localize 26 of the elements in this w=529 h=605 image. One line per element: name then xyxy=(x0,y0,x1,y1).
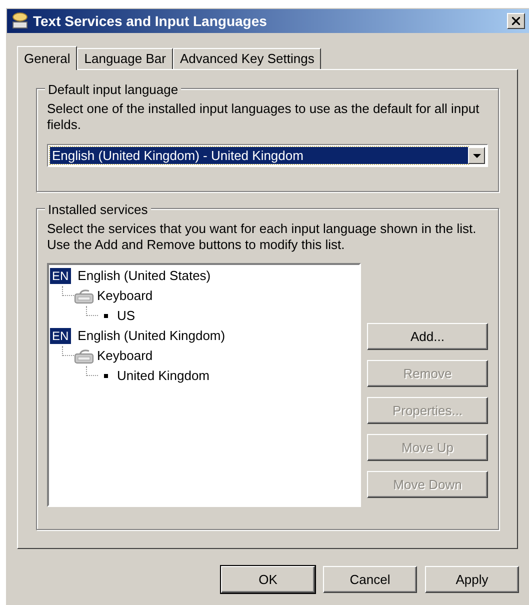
tree-item[interactable]: United Kingdom xyxy=(117,366,210,386)
tab[interactable]: Advanced Key Settings xyxy=(172,48,322,69)
group-description: Select the services that you want for each input language shown in the list. Use the Add and Remove buttons to modify this list. xyxy=(47,221,478,253)
tree-item[interactable]: Keyboard xyxy=(97,346,153,366)
group-description: Select one of the installed input languages to use as the default for all input fields. xyxy=(47,101,480,133)
language-dropdown[interactable]: English (United Kingdom) - United Kingdom xyxy=(47,144,488,167)
caret-icon xyxy=(472,154,480,158)
service-button[interactable]: Add... xyxy=(367,323,488,350)
tab[interactable]: General xyxy=(17,46,78,70)
tree-item[interactable]: Keyboard xyxy=(97,286,153,306)
close-icon xyxy=(512,17,520,25)
tree-item[interactable]: English (United States) xyxy=(78,266,211,286)
dialog-button[interactable]: OK xyxy=(221,566,315,593)
bullet-icon xyxy=(104,314,108,318)
close-button[interactable] xyxy=(507,13,525,29)
dialog-button[interactable]: Apply xyxy=(425,566,519,593)
tree-item[interactable]: US xyxy=(117,306,136,326)
tab[interactable]: Language Bar xyxy=(77,48,173,69)
language-badge: EN xyxy=(50,268,71,284)
window-title: Text Services and Input Languages xyxy=(33,12,267,31)
bullet-icon xyxy=(104,374,108,378)
app-icon xyxy=(11,12,29,30)
language-badge: EN xyxy=(50,328,71,344)
dropdown-button[interactable] xyxy=(468,147,485,164)
dialog-button[interactable]: Cancel xyxy=(323,566,417,593)
tree-item[interactable]: English (United Kingdom) xyxy=(78,326,226,346)
